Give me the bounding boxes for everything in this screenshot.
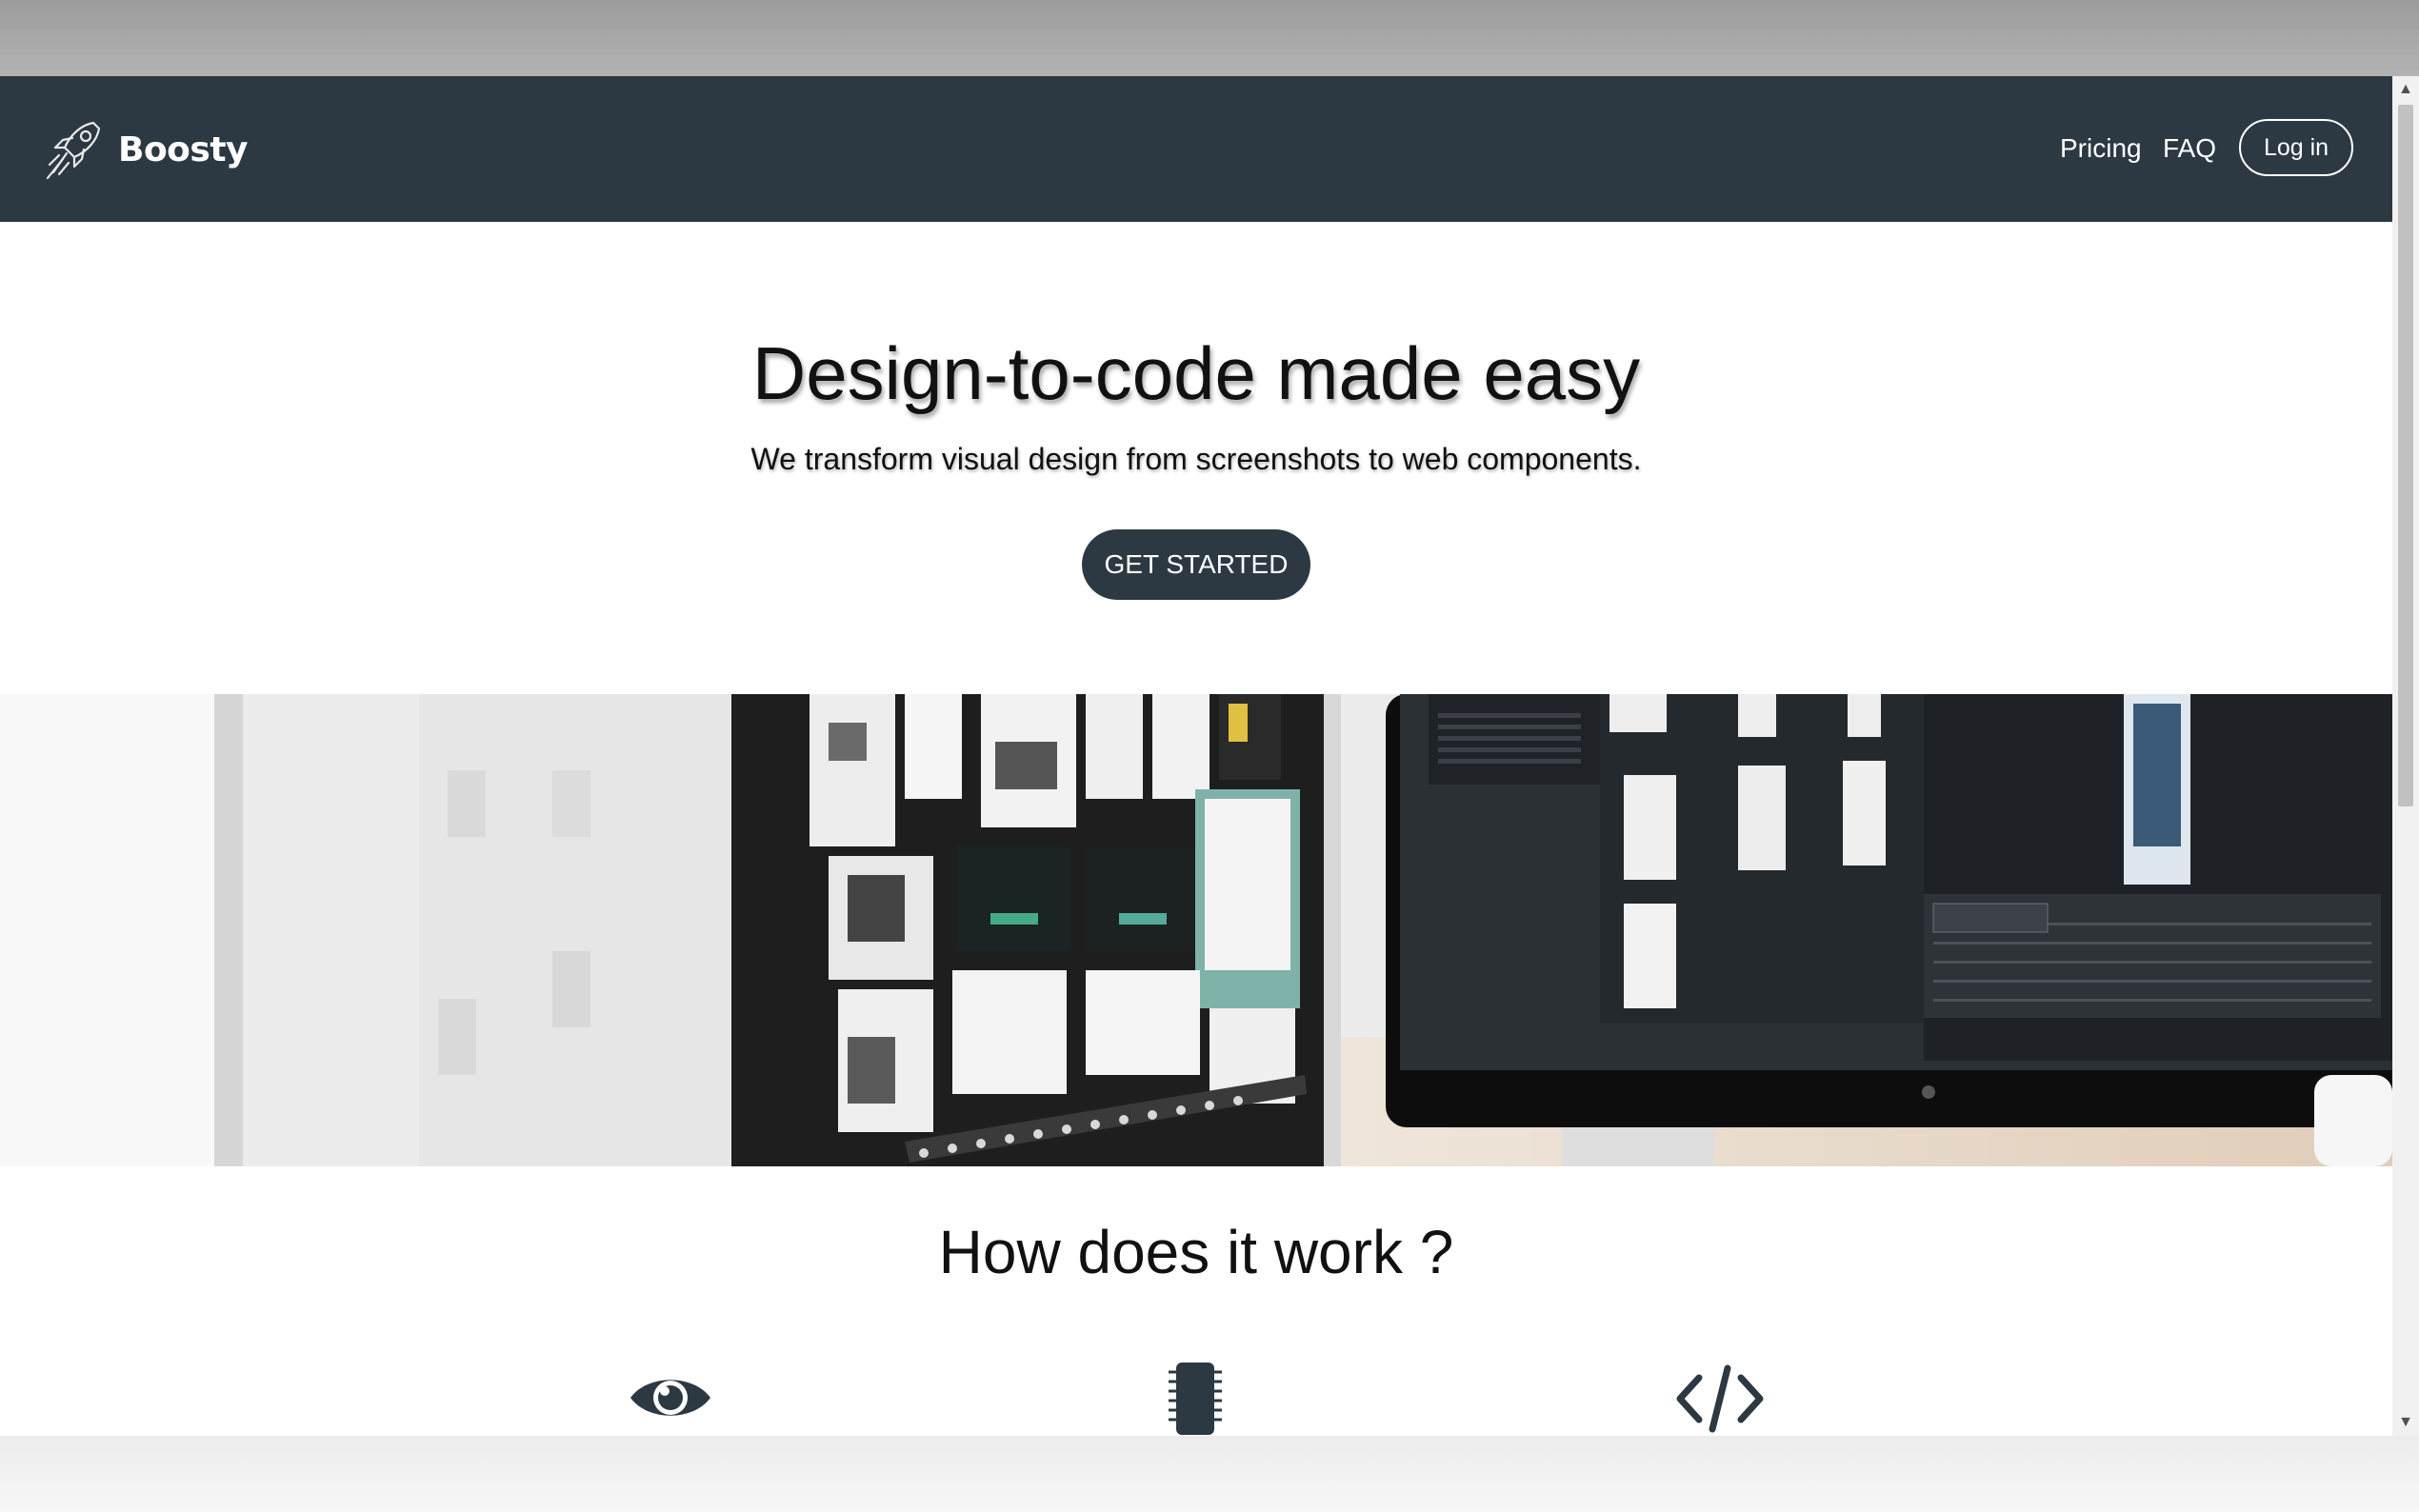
get-started-button[interactable]: GET STARTED (1082, 529, 1310, 600)
rocket-icon (44, 117, 103, 182)
brand-name: Boosty (118, 129, 249, 169)
nav-link-faq[interactable]: FAQ (2163, 129, 2216, 168)
hero-subtitle: We transform visual design from screensh… (750, 442, 1642, 476)
how-section-title: How does it work ? (938, 1218, 1454, 1286)
brand[interactable]: Boosty (44, 116, 249, 183)
hero-banner-image (0, 694, 2392, 1166)
window-top-bar (0, 0, 2419, 76)
window-bottom-bar (0, 1436, 2419, 1512)
chip-icon (1148, 1355, 1243, 1436)
scroll-down-arrow-icon[interactable]: ▼ (2392, 1409, 2419, 1436)
hero-title: Design-to-code made easy (751, 331, 1641, 415)
login-button[interactable]: Log in (2239, 119, 2353, 176)
scroll-up-arrow-icon[interactable]: ▲ (2392, 76, 2419, 103)
page-viewport: Boosty Pricing FAQ Log in Design-to-code… (0, 76, 2419, 1436)
navbar: Boosty Pricing FAQ Log in (0, 76, 2392, 222)
vertical-scrollbar[interactable]: ▲ ▼ (2392, 76, 2419, 1436)
scrollbar-thumb[interactable] (2398, 105, 2413, 806)
nav-link-pricing[interactable]: Pricing (2060, 129, 2142, 168)
eye-icon (623, 1355, 718, 1436)
code-icon (1672, 1355, 1768, 1436)
